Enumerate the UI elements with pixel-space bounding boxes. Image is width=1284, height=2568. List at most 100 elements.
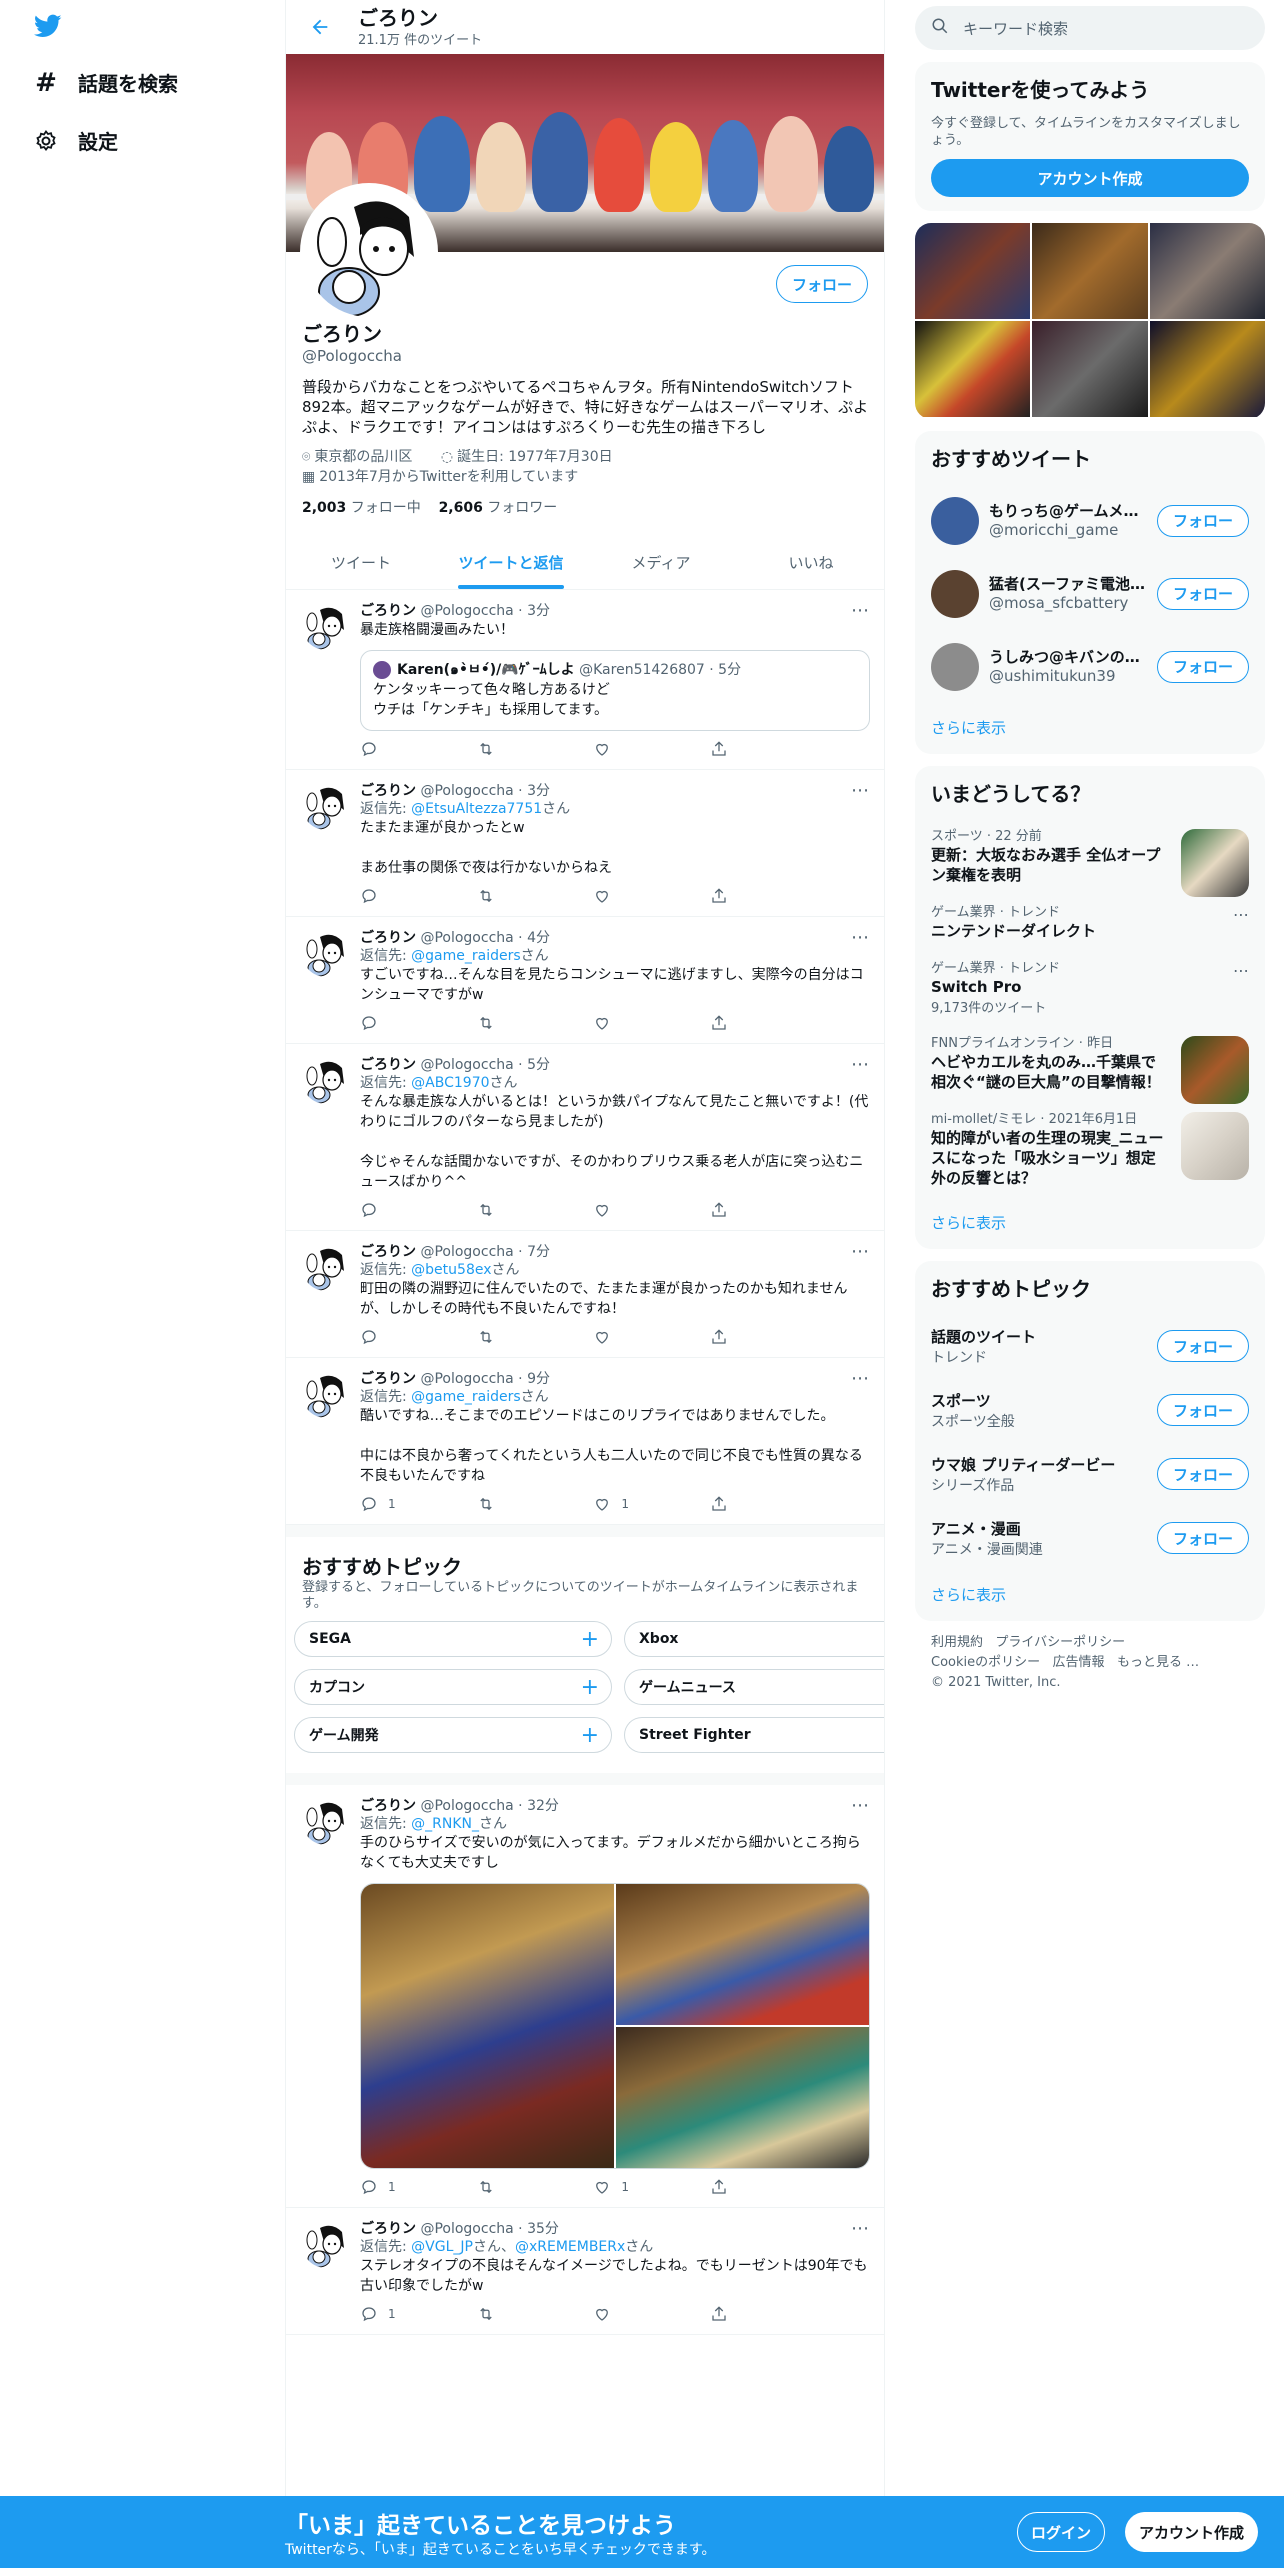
search-box[interactable]: キーワード検索 [915, 6, 1265, 50]
retweet-button[interactable] [477, 887, 567, 905]
tweet[interactable]: ⋯ ごろりン @Pologoccha · 35分 返信先: @VGL_JPさん、@x… [286, 2208, 884, 2335]
tweet-avatar[interactable] [302, 929, 350, 977]
tweet-author-name[interactable]: ごろりン [360, 1371, 416, 1387]
user-follow-button[interactable]: フォロー [1157, 504, 1249, 537]
share-button[interactable] [710, 2178, 800, 2196]
share-button[interactable] [710, 2305, 800, 2323]
reply-button[interactable]: 1 [360, 2305, 450, 2323]
more-dots-icon[interactable]: ⋯ [1233, 905, 1249, 924]
user-follow-button[interactable]: フォロー [1157, 650, 1249, 683]
signup-button[interactable]: アカウント作成 [1125, 2512, 1258, 2552]
tab-media[interactable]: メディア [586, 536, 736, 589]
trend-thumbnail[interactable] [1181, 1036, 1249, 1104]
media-thumb[interactable] [915, 223, 1031, 319]
more-dots-icon[interactable]: ⋯ [851, 1054, 870, 1075]
topic-item[interactable]: スポーツ スポーツ全般 フォロー [915, 1378, 1265, 1442]
tweet-photo[interactable] [616, 2027, 869, 2168]
tweet-avatar[interactable] [302, 1797, 350, 1845]
more-dots-icon[interactable]: ⋯ [851, 2218, 870, 2239]
trends-show-more-link[interactable]: さらに表示 [915, 1198, 1265, 1249]
like-button[interactable] [593, 1014, 683, 1032]
reply-button[interactable] [360, 1014, 450, 1032]
media-thumb[interactable] [1032, 223, 1148, 319]
tweet[interactable]: ⋯ ごろりン @Pologoccha · 3分 暴走族格闘漫画みたい！ Karen(๑… [286, 590, 884, 770]
topics-show-more-link[interactable]: さらに表示 [915, 1570, 1265, 1621]
plus-icon[interactable]: + [581, 1627, 599, 1652]
like-button[interactable] [593, 887, 683, 905]
topic-follow-button[interactable]: フォロー [1157, 1458, 1249, 1490]
reply-mention-link[interactable]: @ABC1970 [411, 1075, 489, 1091]
like-button[interactable] [593, 1201, 683, 1219]
suggested-user[interactable]: うしみつ@キバンの… @ushimitukun39 フォロー [915, 630, 1265, 703]
topic-follow-button[interactable]: フォロー [1157, 1330, 1249, 1362]
tweet-avatar[interactable] [302, 782, 350, 830]
create-account-button[interactable]: アカウント作成 [931, 159, 1249, 197]
reply-mention-link[interactable]: @betu58ex [411, 1262, 491, 1278]
reply-button[interactable]: 1 [360, 2178, 450, 2196]
media-thumb[interactable] [1032, 321, 1148, 417]
retweet-button[interactable] [477, 1014, 567, 1032]
tweet-photo[interactable] [616, 1884, 869, 2027]
reply-mention-link[interactable]: @_RNKN_ [411, 1816, 479, 1832]
footer-link[interactable]: プライバシーポリシー [995, 1635, 1125, 1650]
tweet-avatar[interactable] [302, 1056, 350, 1104]
tweet-media[interactable] [360, 1883, 870, 2169]
media-thumb[interactable] [1149, 321, 1265, 417]
more-dots-icon[interactable]: ⋯ [851, 1368, 870, 1389]
who-show-more-link[interactable]: さらに表示 [915, 703, 1265, 754]
reply-mention-link[interactable]: @game_raiders [411, 1389, 521, 1405]
share-button[interactable] [710, 1328, 800, 1346]
more-dots-icon[interactable]: ⋯ [851, 780, 870, 801]
tweet[interactable]: ⋯ ごろりン @Pologoccha · 3分 返信先: @EtsuAltezza7… [286, 770, 884, 917]
more-dots-icon[interactable]: ⋯ [851, 927, 870, 948]
share-button[interactable] [710, 1201, 800, 1219]
topic-chip[interactable]: SEGA + [294, 1621, 612, 1657]
reply-mention-link[interactable]: @EtsuAltezza7751 [411, 801, 542, 817]
followers-link[interactable]: 2,606 フォロワー [439, 500, 558, 516]
topic-chip[interactable]: Xbox [624, 1621, 884, 1657]
trend-item[interactable]: FNNプライムオンライン · 昨日 ヘビやカエルを丸のみ…千葉県で相次ぐ“謎の巨大… [915, 1026, 1265, 1104]
trend-item[interactable]: ゲーム業界 · トレンド Switch Pro 9,173件のツイート ⋯ [915, 951, 1265, 1026]
topic-follow-button[interactable]: フォロー [1157, 1522, 1249, 1554]
plus-icon[interactable]: + [581, 1723, 599, 1748]
nav-settings[interactable]: 設定 [32, 126, 118, 155]
tweet-avatar[interactable] [302, 602, 350, 650]
back-arrow-icon[interactable] [302, 9, 338, 45]
plus-icon[interactable]: + [581, 1675, 599, 1700]
retweet-button[interactable] [477, 1495, 567, 1513]
share-button[interactable] [710, 1014, 800, 1032]
reply-button[interactable] [360, 1201, 450, 1219]
footer-link[interactable]: 広告情報 [1053, 1655, 1105, 1670]
tweet[interactable]: ⋯ ごろりン @Pologoccha · 4分 返信先: @game_raiders… [286, 917, 884, 1044]
like-button[interactable]: 1 [593, 1495, 683, 1513]
twitter-logo-icon[interactable] [32, 12, 64, 40]
media-thumb[interactable] [1149, 223, 1265, 319]
like-button[interactable] [593, 740, 683, 758]
like-button[interactable]: 1 [593, 2178, 683, 2196]
reply-button[interactable] [360, 887, 450, 905]
trend-thumbnail[interactable] [1181, 829, 1249, 897]
user-avatar[interactable] [931, 642, 979, 691]
topic-item[interactable]: アニメ・漫画 アニメ・漫画関連 フォロー [915, 1506, 1265, 1570]
retweet-button[interactable] [477, 2178, 567, 2196]
topic-chip[interactable]: ゲームニュース [624, 1669, 884, 1705]
topic-item[interactable]: ウマ娘 プリティーダービー シリーズ作品 フォロー [915, 1442, 1265, 1506]
tweet-author-name[interactable]: ごろりン [360, 1057, 416, 1073]
tab-tweets[interactable]: ツイート [286, 536, 436, 589]
topic-item[interactable]: 話題のツイート トレンド フォロー [915, 1314, 1265, 1378]
following-link[interactable]: 2,003 フォロー中 [302, 500, 421, 516]
reply-button[interactable] [360, 1328, 450, 1346]
media-thumb[interactable] [915, 321, 1031, 417]
more-dots-icon[interactable]: ⋯ [851, 1241, 870, 1262]
tweet-avatar[interactable] [302, 1370, 350, 1418]
tweet-author-name[interactable]: ごろりン [360, 1798, 416, 1814]
share-button[interactable] [710, 1495, 800, 1513]
trend-item[interactable]: スポーツ · 22 分前 更新：大坂なおみ選手 全仏オープン棄権を表明 [915, 819, 1265, 897]
user-avatar[interactable] [931, 569, 979, 618]
tweet[interactable]: ⋯ ごろりン @Pologoccha · 5分 返信先: @ABC1970さん そんな… [286, 1044, 884, 1231]
more-dots-icon[interactable]: ⋯ [1233, 961, 1249, 980]
trend-item[interactable]: ゲーム業界 · トレンド ニンテンドーダイレクト ⋯ [915, 895, 1265, 951]
reply-mention-link[interactable]: @VGL_JP [411, 2239, 473, 2255]
more-dots-icon[interactable]: ⋯ [851, 600, 870, 621]
user-avatar[interactable] [931, 496, 979, 545]
